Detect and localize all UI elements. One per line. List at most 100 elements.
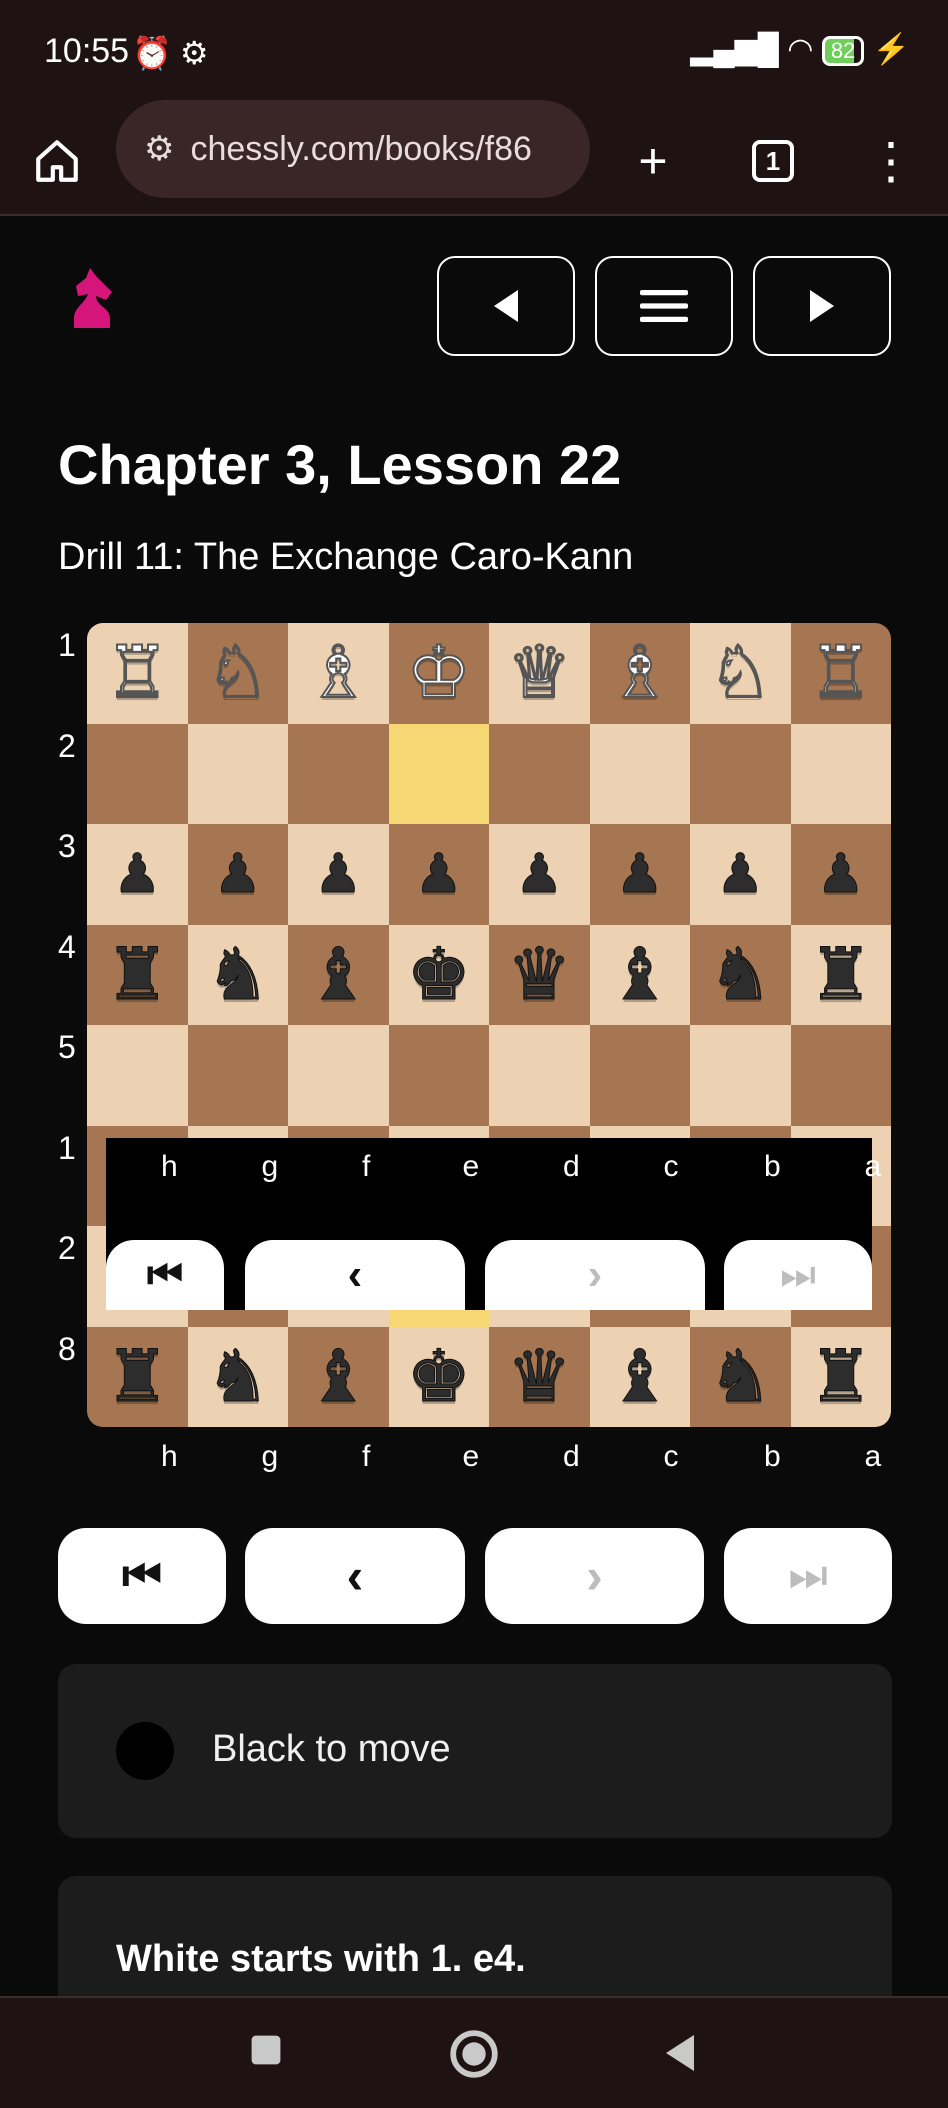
black-pawn-icon[interactable]: ♟ <box>213 847 262 902</box>
board-square[interactable]: ♜ <box>87 924 188 1025</box>
overlay-next-move-button: › <box>485 1240 705 1310</box>
board-square[interactable]: ♘ <box>187 623 288 724</box>
board-square[interactable] <box>87 723 188 824</box>
black-pawn-icon[interactable]: ♟ <box>414 847 463 902</box>
board-square[interactable]: ♝ <box>589 1326 690 1427</box>
board-square[interactable]: ♝ <box>589 924 690 1025</box>
board-square[interactable] <box>288 1025 389 1126</box>
board-square[interactable]: ♟ <box>87 824 188 925</box>
board-square[interactable] <box>589 1025 690 1126</box>
board-square[interactable] <box>388 723 489 824</box>
skip-back-icon: ⏮ <box>122 1551 162 1600</box>
board-square[interactable]: ♗ <box>589 623 690 724</box>
board-square[interactable] <box>790 1025 891 1126</box>
board-square[interactable] <box>690 723 791 824</box>
next-move-button[interactable]: › <box>485 1528 704 1624</box>
black-rook-icon[interactable]: ♜ <box>104 1340 170 1413</box>
black-queen-icon[interactable]: ♛ <box>506 938 572 1011</box>
next-lesson-button[interactable] <box>753 256 891 356</box>
board-square[interactable]: ♖ <box>790 623 891 724</box>
black-knight-icon[interactable]: ♞ <box>205 1340 271 1413</box>
home-nav-icon[interactable] <box>448 2028 500 2080</box>
black-rook-icon[interactable]: ♜ <box>808 1340 874 1413</box>
menu-button[interactable] <box>595 256 733 356</box>
board-square[interactable]: ♜ <box>87 1326 188 1427</box>
board-square[interactable] <box>288 723 389 824</box>
black-pawn-icon[interactable]: ♟ <box>314 847 363 902</box>
board-square[interactable]: ♝ <box>288 924 389 1025</box>
board-square[interactable]: ♔ <box>388 623 489 724</box>
board-square[interactable]: ♝ <box>288 1326 389 1427</box>
board-square[interactable] <box>187 723 288 824</box>
back-nav-icon[interactable] <box>660 2032 700 2074</box>
board-square[interactable]: ♟ <box>690 824 791 925</box>
board-square[interactable]: ♟ <box>288 824 389 925</box>
last-move-button[interactable]: ⏭ <box>724 1528 892 1624</box>
black-pawn-icon[interactable]: ♟ <box>716 847 765 902</box>
board-square[interactable]: ♞ <box>187 1326 288 1427</box>
black-pawn-icon[interactable]: ♟ <box>615 847 664 902</box>
board-square[interactable]: ♗ <box>288 623 389 724</box>
black-knight-icon[interactable]: ♞ <box>205 938 271 1011</box>
black-pawn-icon[interactable]: ♟ <box>113 847 162 902</box>
board-square[interactable]: ♚ <box>388 1326 489 1427</box>
board-square[interactable] <box>790 723 891 824</box>
tab-switcher-button[interactable]: 1 <box>738 126 808 196</box>
board-square[interactable] <box>187 1025 288 1126</box>
board-square[interactable]: ♕ <box>489 623 590 724</box>
black-king-icon[interactable]: ♚ <box>406 938 472 1011</box>
board-square[interactable]: ♞ <box>187 924 288 1025</box>
board-square[interactable]: ♞ <box>690 924 791 1025</box>
board-square[interactable]: ♟ <box>790 824 891 925</box>
board-square[interactable]: ♟ <box>489 824 590 925</box>
new-tab-icon[interactable]: + <box>618 126 688 196</box>
board-square[interactable]: ♘ <box>690 623 791 724</box>
white-knight-icon[interactable]: ♘ <box>204 636 271 710</box>
file-label: f <box>362 1440 371 1473</box>
board-square[interactable] <box>589 723 690 824</box>
board-square[interactable]: ♜ <box>790 1326 891 1427</box>
more-menu-icon[interactable]: ⋮ <box>856 126 926 196</box>
white-queen-icon[interactable]: ♕ <box>506 636 573 710</box>
previous-lesson-button[interactable] <box>437 256 575 356</box>
home-icon[interactable] <box>22 126 92 196</box>
white-bishop-icon[interactable]: ♗ <box>305 636 372 710</box>
board-square[interactable]: ♜ <box>790 924 891 1025</box>
board-square[interactable] <box>489 1025 590 1126</box>
skip-forward-icon: ⏭ <box>780 1252 816 1297</box>
black-bishop-icon[interactable]: ♝ <box>607 938 673 1011</box>
board-square[interactable]: ♟ <box>589 824 690 925</box>
board-square[interactable]: ♞ <box>690 1326 791 1427</box>
black-king-icon[interactable]: ♚ <box>406 1340 472 1413</box>
board-square[interactable]: ♟ <box>388 824 489 925</box>
board-square[interactable]: ♛ <box>489 924 590 1025</box>
board-square[interactable] <box>489 723 590 824</box>
board-square[interactable]: ♛ <box>489 1326 590 1427</box>
first-move-button[interactable]: ⏮ <box>58 1528 226 1624</box>
white-knight-icon[interactable]: ♘ <box>707 636 774 710</box>
white-rook-icon[interactable]: ♖ <box>104 636 171 710</box>
board-square[interactable] <box>690 1025 791 1126</box>
black-rook-icon[interactable]: ♜ <box>808 938 874 1011</box>
white-rook-icon[interactable]: ♖ <box>807 636 874 710</box>
previous-move-button[interactable]: ‹ <box>245 1528 465 1624</box>
address-bar[interactable]: ⚙ chessly.com/books/f86 <box>116 100 590 198</box>
site-settings-icon[interactable]: ⚙ <box>144 129 174 169</box>
black-pawn-icon[interactable]: ♟ <box>515 847 564 902</box>
black-knight-icon[interactable]: ♞ <box>707 938 773 1011</box>
black-bishop-icon[interactable]: ♝ <box>305 1340 371 1413</box>
board-square[interactable]: ♚ <box>388 924 489 1025</box>
black-bishop-icon[interactable]: ♝ <box>305 938 371 1011</box>
recents-icon[interactable] <box>248 2032 284 2068</box>
white-bishop-icon[interactable]: ♗ <box>606 636 673 710</box>
black-rook-icon[interactable]: ♜ <box>104 938 170 1011</box>
board-square[interactable]: ♖ <box>87 623 188 724</box>
black-queen-icon[interactable]: ♛ <box>506 1340 572 1413</box>
white-king-icon[interactable]: ♔ <box>405 636 472 710</box>
black-bishop-icon[interactable]: ♝ <box>607 1340 673 1413</box>
board-square[interactable]: ♟ <box>187 824 288 925</box>
board-square[interactable] <box>87 1025 188 1126</box>
board-square[interactable] <box>388 1025 489 1126</box>
black-knight-icon[interactable]: ♞ <box>707 1340 773 1413</box>
black-pawn-icon[interactable]: ♟ <box>816 847 865 902</box>
